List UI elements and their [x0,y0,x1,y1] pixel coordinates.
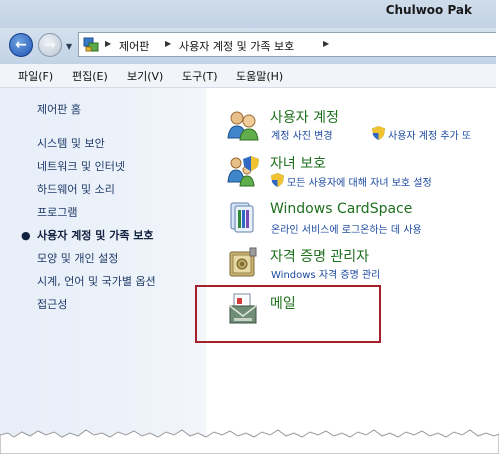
sidebar-item-network-internet[interactable]: 네트워크 및 인터넷 [37,158,125,174]
back-arrow-icon: ← [15,37,27,53]
cardspace-icon[interactable] [226,200,260,234]
breadcrumb-separator-icon[interactable]: ▶ [323,39,329,48]
link-change-account-picture[interactable]: 계정 사진 변경 [271,127,333,142]
shield-icon [271,173,284,187]
credential-manager-icon[interactable] [226,246,260,280]
control-panel-window: Chulwoo Pak ← → ▼ ▶ 제어판 ▶ 사용자 계정 및 가족 보호… [0,0,496,452]
sidebar-item-system-security[interactable]: 시스템 및 보안 [37,135,105,151]
menu-bar: 파일(F) 편집(E) 보기(V) 도구(T) 도움말(H) [0,64,496,88]
forward-button[interactable]: → [38,33,62,57]
user-name-label: Chulwoo Pak [385,3,472,17]
menu-help[interactable]: 도움말(H) [236,68,283,84]
link-manage-windows-credentials[interactable]: Windows 자격 증명 관리 [271,266,380,281]
link-cardspace-logon[interactable]: 온라인 서비스에 로그온하는 데 사용 [271,221,422,236]
category-title-parental-controls[interactable]: 자녀 보호 [270,153,326,173]
category-title-cardspace[interactable]: Windows CardSpace [270,201,412,217]
breadcrumb-separator-icon[interactable]: ▶ [165,39,171,48]
address-bar[interactable]: ▶ 제어판 ▶ 사용자 계정 및 가족 보호 ▶ [78,32,496,57]
menu-tools[interactable]: 도구(T) [182,68,218,84]
breadcrumb-user-accounts[interactable]: 사용자 계정 및 가족 보호 [179,38,294,54]
menu-view[interactable]: 보기(V) [127,68,163,84]
sidebar-item-clock-language[interactable]: 시계, 언어 및 국가별 옵션 [37,273,156,289]
user-accounts-icon[interactable] [226,108,260,142]
sidebar-item-programs[interactable]: 프로그램 [37,204,77,220]
sidebar-item-user-accounts: 사용자 계정 및 가족 보호 [37,229,154,242]
menu-edit[interactable]: 편집(E) [72,68,108,84]
sidebar-item-hardware-sound[interactable]: 하드웨어 및 소리 [37,181,115,197]
category-title-user-accounts[interactable]: 사용자 계정 [270,107,339,127]
sidebar-item-control-panel-home[interactable]: 제어판 홈 [37,101,81,117]
title-bar: Chulwoo Pak [0,0,496,28]
breadcrumb-control-panel[interactable]: 제어판 [119,38,149,54]
breadcrumb-separator-icon[interactable]: ▶ [105,39,111,48]
sidebar-item-appearance[interactable]: 모양 및 개인 설정 [37,250,118,266]
link-set-parental-controls[interactable]: 모든 사용자에 대해 자녀 보호 설정 [287,174,432,189]
active-item-bullet-icon: ● [21,229,31,242]
forward-arrow-icon: → [44,37,56,53]
navigation-bar: ← → ▼ ▶ 제어판 ▶ 사용자 계정 및 가족 보호 ▶ [0,28,496,64]
sidebar-item-ease-of-access[interactable]: 접근성 [37,296,67,312]
recent-pages-dropdown-icon[interactable]: ▼ [66,42,72,51]
back-button[interactable]: ← [9,33,33,57]
link-add-remove-accounts[interactable]: 사용자 계정 추가 또 [388,127,471,142]
torn-edge-decoration [0,429,499,454]
parental-controls-icon[interactable] [226,154,260,188]
shield-icon [372,126,385,140]
category-title-credential-manager[interactable]: 자격 증명 관리자 [270,246,369,266]
menu-file[interactable]: 파일(F) [18,68,53,84]
control-panel-icon [83,37,99,52]
highlight-callout-box [195,285,381,343]
